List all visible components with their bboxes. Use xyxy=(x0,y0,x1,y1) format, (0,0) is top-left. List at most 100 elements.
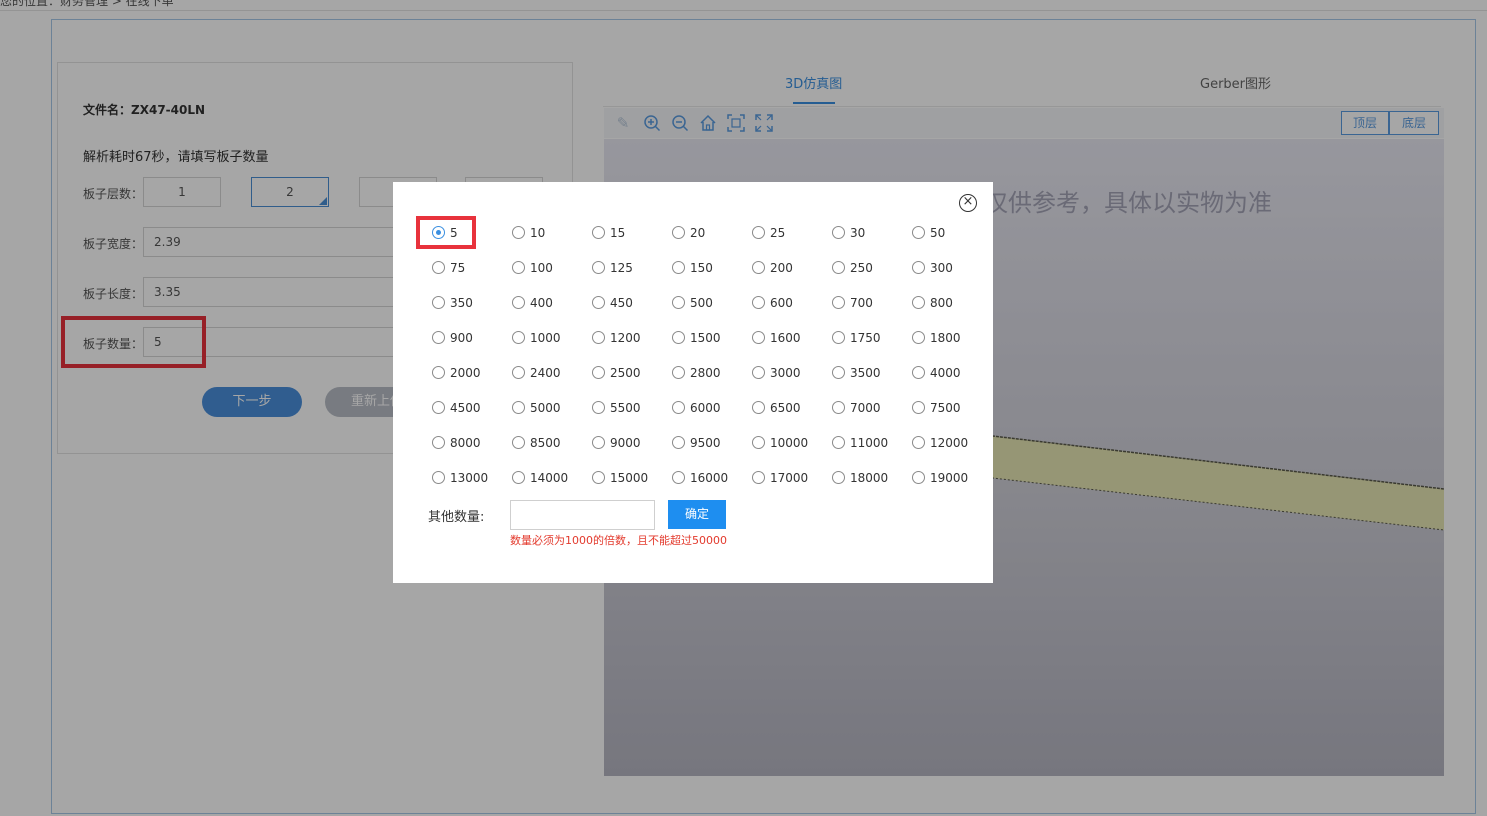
radio-button[interactable] xyxy=(592,296,605,309)
radio-button[interactable] xyxy=(912,401,925,414)
radio-button[interactable] xyxy=(912,471,925,484)
radio-button[interactable] xyxy=(752,366,765,379)
close-icon[interactable]: × xyxy=(959,194,977,212)
radio-button[interactable] xyxy=(432,366,445,379)
radio-button[interactable] xyxy=(672,471,685,484)
radio-button[interactable] xyxy=(912,436,925,449)
radio-button[interactable] xyxy=(672,226,685,239)
quantity-option-label: 1600 xyxy=(770,331,801,345)
radio-button[interactable] xyxy=(672,436,685,449)
radio-button[interactable] xyxy=(592,261,605,274)
radio-button[interactable] xyxy=(672,296,685,309)
quantity-option-label: 7500 xyxy=(930,401,961,415)
radio-button[interactable] xyxy=(832,436,845,449)
quantity-option-label: 6500 xyxy=(770,401,801,415)
radio-button[interactable] xyxy=(832,401,845,414)
radio-button[interactable] xyxy=(752,331,765,344)
radio-button[interactable] xyxy=(512,331,525,344)
radio-button[interactable] xyxy=(512,296,525,309)
radio-button[interactable] xyxy=(752,226,765,239)
radio-button[interactable] xyxy=(832,296,845,309)
radio-button[interactable] xyxy=(912,296,925,309)
radio-button[interactable] xyxy=(912,366,925,379)
radio-button[interactable] xyxy=(752,261,765,274)
quantity-option-label: 1000 xyxy=(530,331,561,345)
quantity-option-label: 125 xyxy=(610,261,633,275)
quantity-option-label: 10 xyxy=(530,226,546,240)
quantity-option-label: 30 xyxy=(850,226,866,240)
radio-button[interactable] xyxy=(512,471,525,484)
quantity-option-label: 200 xyxy=(770,261,793,275)
radio-button[interactable] xyxy=(912,226,925,239)
other-quantity-input[interactable] xyxy=(510,500,655,530)
quantity-option-label: 1500 xyxy=(690,331,721,345)
quantity-option-label: 150 xyxy=(690,261,713,275)
radio-button[interactable] xyxy=(832,471,845,484)
radio-button[interactable] xyxy=(432,471,445,484)
radio-button[interactable] xyxy=(512,401,525,414)
quantity-option-label: 700 xyxy=(850,296,873,310)
radio-button[interactable] xyxy=(512,261,525,274)
radio-button[interactable] xyxy=(752,296,765,309)
quantity-option-label: 14000 xyxy=(530,471,569,485)
quantity-option-label: 2500 xyxy=(610,366,641,380)
radio-button[interactable] xyxy=(672,401,685,414)
radio-button[interactable] xyxy=(752,471,765,484)
quantity-option-label: 350 xyxy=(450,296,473,310)
quantity-option-label: 9500 xyxy=(690,436,721,450)
radio-button[interactable] xyxy=(512,226,525,239)
radio-button[interactable] xyxy=(432,296,445,309)
confirm-button[interactable]: 确定 xyxy=(668,500,726,529)
quantity-option-label: 4000 xyxy=(930,366,961,380)
quantity-option-label: 3500 xyxy=(850,366,881,380)
other-quantity-label: 其他数量: xyxy=(428,510,485,525)
quantity-option-label: 100 xyxy=(530,261,553,275)
radio-button[interactable] xyxy=(672,366,685,379)
quantity-option-label: 1800 xyxy=(930,331,961,345)
radio-button[interactable] xyxy=(912,261,925,274)
radio-button[interactable] xyxy=(752,401,765,414)
quantity-option-label: 5500 xyxy=(610,401,641,415)
quantity-option-label: 75 xyxy=(450,261,466,275)
quantity-option-label: 5000 xyxy=(530,401,561,415)
radio-button[interactable] xyxy=(832,261,845,274)
quantity-option-label: 300 xyxy=(930,261,953,275)
radio-button[interactable] xyxy=(592,331,605,344)
quantity-option-label: 450 xyxy=(610,296,633,310)
radio-button[interactable] xyxy=(432,436,445,449)
radio-button[interactable] xyxy=(832,366,845,379)
radio-button[interactable] xyxy=(752,436,765,449)
quantity-picker-modal: × 5 10 15 20 25 30 50 75 100 125 150 200 250 300 350 40… xyxy=(393,182,993,583)
radio-button[interactable] xyxy=(432,261,445,274)
radio-button[interactable] xyxy=(432,331,445,344)
quantity-option-label: 50 xyxy=(930,226,946,240)
radio-button[interactable] xyxy=(512,436,525,449)
quantity-option-label: 400 xyxy=(530,296,553,310)
radio-button[interactable] xyxy=(592,366,605,379)
radio-button[interactable] xyxy=(592,226,605,239)
quantity-option-label: 3000 xyxy=(770,366,801,380)
quantity-option-label: 12000 xyxy=(930,436,969,450)
radio-button[interactable] xyxy=(592,436,605,449)
radio-button[interactable] xyxy=(832,331,845,344)
quantity-option-label: 2800 xyxy=(690,366,721,380)
radio-button[interactable] xyxy=(432,401,445,414)
quantity-option-label: 1750 xyxy=(850,331,881,345)
quantity-option-label: 8000 xyxy=(450,436,481,450)
quantity-option-label: 25 xyxy=(770,226,786,240)
radio-button[interactable] xyxy=(672,261,685,274)
quantity-option-label: 19000 xyxy=(930,471,969,485)
radio-button[interactable] xyxy=(592,401,605,414)
quantity-option-label: 800 xyxy=(930,296,953,310)
radio-button[interactable] xyxy=(592,471,605,484)
quantity-option-label: 4500 xyxy=(450,401,481,415)
quantity-option-label: 16000 xyxy=(690,471,729,485)
radio-button[interactable] xyxy=(832,226,845,239)
radio-button[interactable] xyxy=(912,331,925,344)
quantity-option-label: 6000 xyxy=(690,401,721,415)
quantity-option-label: 2400 xyxy=(530,366,561,380)
radio-button[interactable] xyxy=(512,366,525,379)
quantity-option-label: 20 xyxy=(690,226,706,240)
radio-button[interactable] xyxy=(672,331,685,344)
quantity-option-label: 1200 xyxy=(610,331,641,345)
